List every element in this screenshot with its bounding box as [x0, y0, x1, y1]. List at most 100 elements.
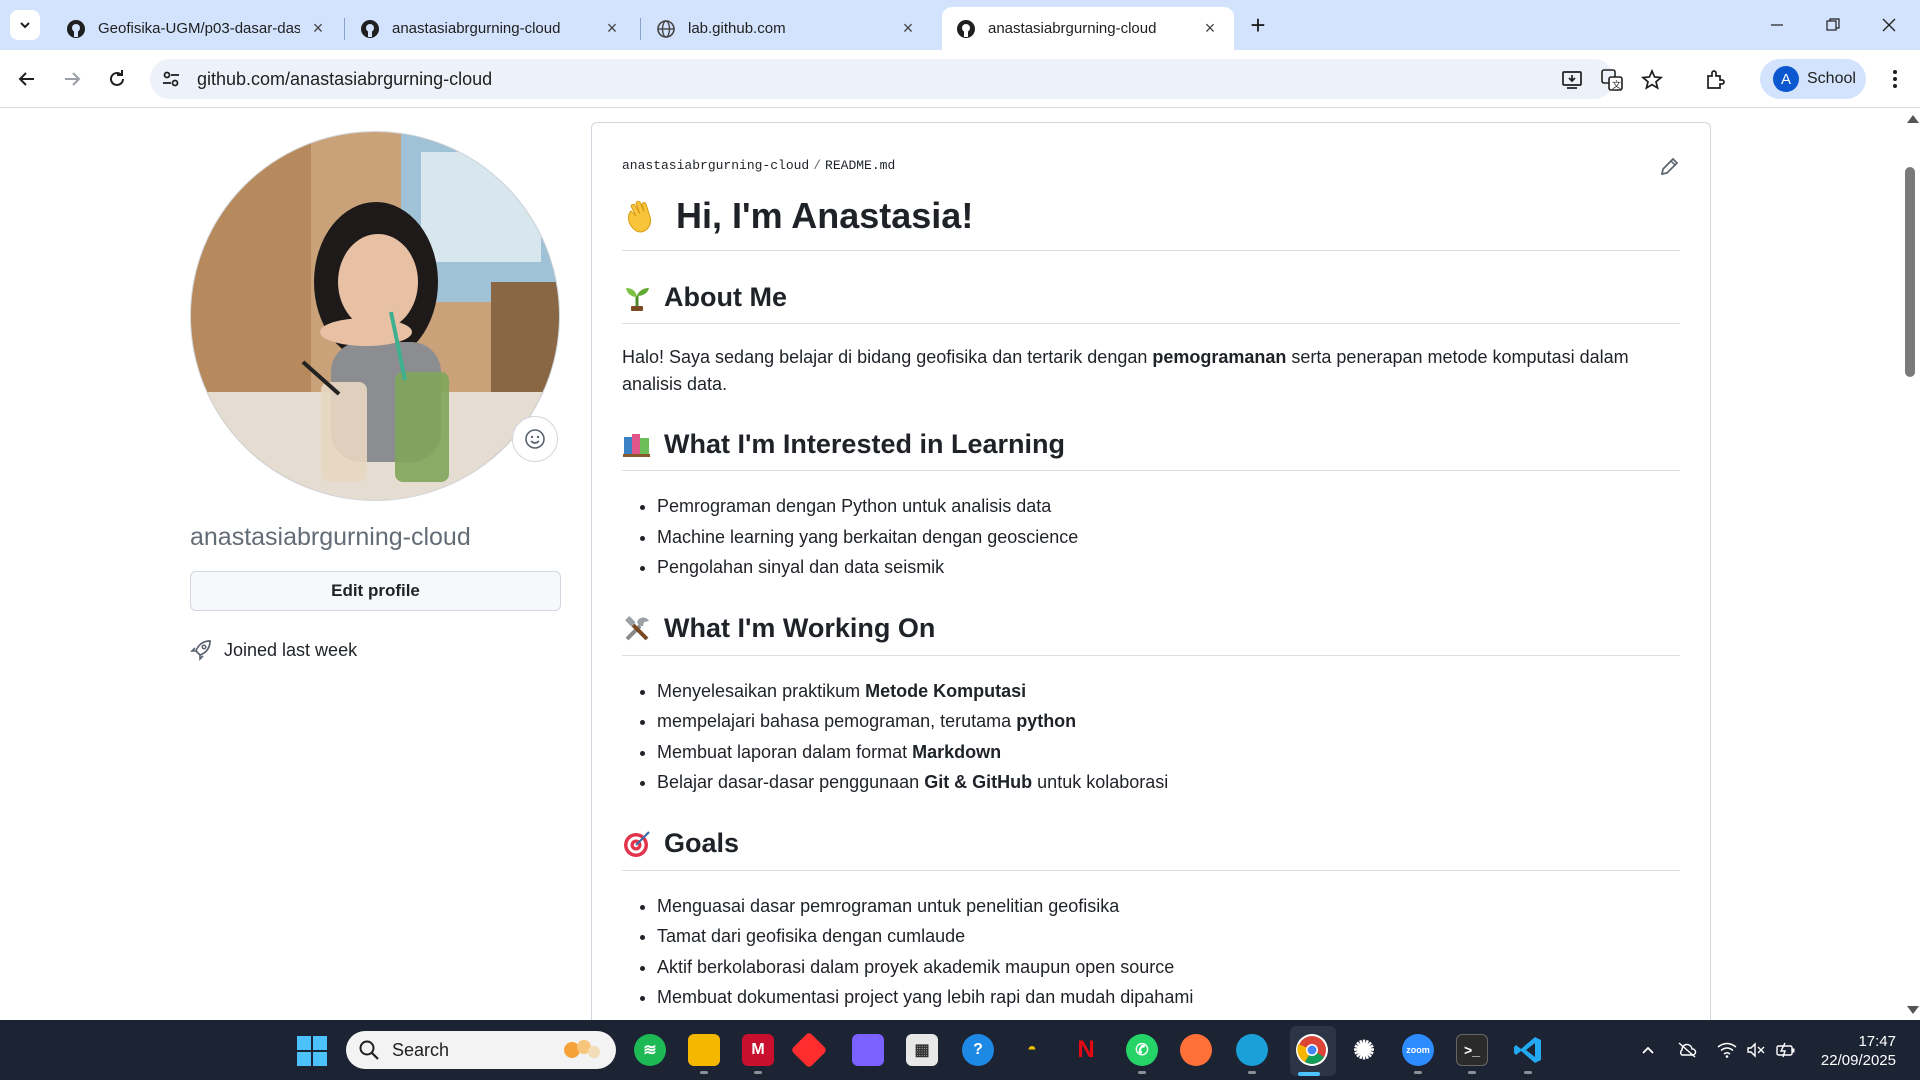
- profile-chip[interactable]: A School: [1760, 59, 1866, 99]
- tab-search-button[interactable]: [10, 10, 40, 40]
- readme-markdown: Hi, I'm Anastasia! About Me Halo! Saya s…: [622, 183, 1680, 1013]
- scroll-down-arrow[interactable]: [1907, 1006, 1919, 1014]
- battery-charging-icon[interactable]: [1776, 1040, 1796, 1060]
- chrome-icon[interactable]: [1296, 1034, 1328, 1066]
- browser-toolbar: github.com/anastasiabrgurning-cloud 文 A …: [0, 50, 1920, 108]
- scroll-up-arrow[interactable]: [1907, 115, 1919, 123]
- seedling-icon: [626, 288, 649, 311]
- firefox-icon[interactable]: [1180, 1034, 1212, 1066]
- close-icon[interactable]: ×: [898, 18, 918, 39]
- profile-name: School: [1807, 70, 1856, 87]
- bookmark-star-icon[interactable]: [1640, 68, 1664, 92]
- about-paragraph: Halo! Saya sedang belajar di bidang geof…: [622, 344, 1680, 398]
- pencil-icon[interactable]: [1658, 156, 1680, 178]
- install-app-icon[interactable]: [1560, 68, 1584, 92]
- item-text: Belajar dasar-dasar penggunaan: [657, 772, 925, 792]
- item-bold: Metode Komputasi: [865, 680, 1027, 701]
- close-icon[interactable]: ×: [308, 18, 328, 39]
- list-item: Membuat dokumentasi project yang lebih r…: [657, 982, 1680, 1013]
- arrow-right-icon: [65, 72, 81, 86]
- extensions-icon[interactable]: [1703, 68, 1727, 92]
- vscode-logo: [1514, 1037, 1541, 1063]
- readme-title: Hi, I'm Anastasia!: [622, 183, 1680, 251]
- smiley-icon: [525, 429, 545, 449]
- working-heading-text: What I'm Working On: [664, 613, 936, 643]
- interest-list: Pemrograman dengan Python untuk analisis…: [622, 491, 1680, 583]
- readme-title-text: Hi, I'm Anastasia!: [676, 194, 974, 236]
- tab-anastasia-active[interactable]: anastasiabrgurning-cloud ×: [942, 7, 1234, 50]
- chatgpt-icon[interactable]: ✺: [1348, 1034, 1380, 1066]
- windows-taskbar: Search ≋ M ▦ ? ◓ N ✆ ✺ zoom >_ 17:47 22/: [0, 1020, 1920, 1080]
- terminal-icon[interactable]: >_: [1456, 1034, 1488, 1066]
- item-bold: python: [1016, 711, 1077, 731]
- mcafee-icon[interactable]: M: [742, 1034, 774, 1066]
- about-bold: pemogramanan: [1152, 347, 1287, 367]
- vscode-icon[interactable]: [1512, 1034, 1544, 1066]
- page-scrollbar[interactable]: [1904, 109, 1920, 1020]
- taskbar-search[interactable]: Search: [346, 1031, 616, 1069]
- address-bar[interactable]: github.com/anastasiabrgurning-cloud 文: [150, 59, 1663, 99]
- volume-muted-icon[interactable]: [1746, 1040, 1766, 1060]
- profile-photo-image: [191, 132, 559, 500]
- onedrive-offline-icon[interactable]: [1677, 1040, 1697, 1060]
- tab-geofisika[interactable]: Geofisika-UGM/p03-dasar-dasa ×: [52, 7, 342, 50]
- close-icon[interactable]: ×: [602, 18, 622, 39]
- scrollbar-thumb[interactable]: [1905, 167, 1915, 377]
- running-indicator: [1138, 1071, 1146, 1074]
- tab-lab-github[interactable]: lab.github.com ×: [642, 7, 932, 50]
- whatsapp-icon[interactable]: ✆: [1126, 1034, 1158, 1066]
- app-sunset-icon[interactable]: ◓: [1016, 1034, 1048, 1066]
- netflix-icon[interactable]: N: [1070, 1034, 1102, 1066]
- interest-heading-text: What I'm Interested in Learning: [664, 428, 1065, 459]
- close-icon[interactable]: ×: [1200, 18, 1220, 39]
- edge-icon[interactable]: [1236, 1034, 1268, 1066]
- microsoft-store-icon[interactable]: ▦: [906, 1034, 938, 1066]
- wifi-icon[interactable]: [1717, 1040, 1737, 1060]
- profile-avatar: A: [1773, 66, 1799, 92]
- list-item: Tamat dari geofisika dengan cumlaude: [657, 921, 1680, 952]
- about-heading: About Me: [622, 279, 1680, 324]
- item-text: Membuat laporan dalam format: [657, 741, 913, 762]
- joined-text: Joined last week: [224, 639, 358, 660]
- clock-time: 17:47: [1858, 1033, 1896, 1050]
- tab-anastasia-1[interactable]: anastasiabrgurning-cloud ×: [346, 7, 636, 50]
- close-window-button[interactable]: [1866, 8, 1912, 42]
- minimize-button[interactable]: [1754, 8, 1800, 42]
- restore-icon: [1826, 18, 1840, 31]
- tab-strip: Geofisika-UGM/p03-dasar-dasa × anastasia…: [0, 0, 1920, 50]
- new-tab-button[interactable]: +: [1244, 12, 1272, 40]
- zoom-icon[interactable]: zoom: [1402, 1034, 1434, 1066]
- set-status-button[interactable]: [512, 416, 558, 462]
- app-diamond-icon[interactable]: [790, 1031, 828, 1069]
- profile-photo[interactable]: [190, 131, 560, 501]
- restore-button[interactable]: [1810, 8, 1856, 42]
- spotify-icon[interactable]: ≋: [634, 1034, 666, 1066]
- system-clock[interactable]: 17:47 22/09/2025: [1812, 1032, 1896, 1070]
- waving-hand-icon: [628, 200, 651, 233]
- running-indicator: [1414, 1071, 1422, 1074]
- clock-date: 22/09/2025: [1820, 1052, 1896, 1069]
- chevron-up-icon[interactable]: [1638, 1040, 1658, 1060]
- forward-button[interactable]: [55, 62, 89, 96]
- item-text: mempelajari bahasa pemograman, terutama: [657, 711, 1017, 731]
- translate-icon[interactable]: 文: [1600, 68, 1624, 92]
- browser-menu-button[interactable]: [1880, 64, 1910, 94]
- breadcrumb-user[interactable]: anastasiabrgurning-cloud: [622, 158, 809, 173]
- reload-button[interactable]: [100, 62, 134, 96]
- copilot-icon[interactable]: [852, 1034, 884, 1066]
- start-button[interactable]: [297, 1036, 327, 1066]
- windows-logo-tile: [313, 1052, 327, 1066]
- item-bold: Markdown: [912, 741, 1002, 762]
- back-button[interactable]: [10, 62, 44, 96]
- site-settings-icon[interactable]: [160, 68, 182, 90]
- breadcrumb-file: README.md: [825, 158, 896, 173]
- windows-logo-tile: [297, 1052, 311, 1066]
- file-explorer-icon[interactable]: [688, 1034, 720, 1066]
- tab-separator: [344, 18, 345, 40]
- running-indicator: [700, 1071, 708, 1074]
- url-text[interactable]: github.com/anastasiabrgurning-cloud: [197, 69, 492, 90]
- help-icon[interactable]: ?: [962, 1034, 994, 1066]
- active-app-indicator: [1298, 1072, 1320, 1076]
- working-list: Menyelesaikan praktikum Metode Komputasi…: [622, 676, 1680, 798]
- edit-profile-button[interactable]: Edit profile: [190, 571, 561, 611]
